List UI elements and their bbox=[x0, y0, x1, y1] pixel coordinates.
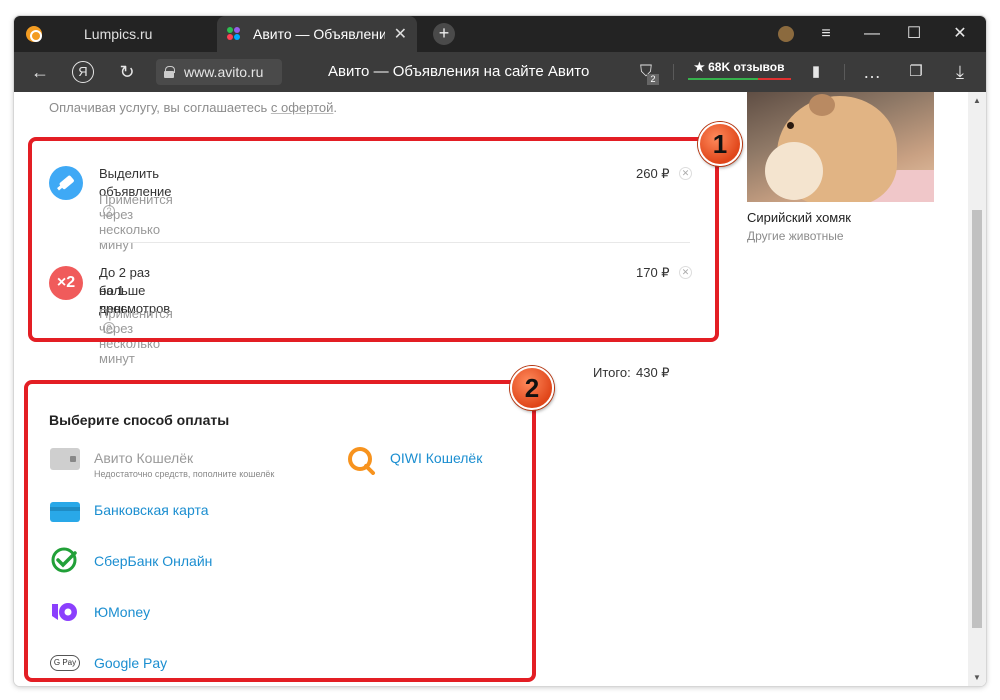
tab-bar: Lumpics.ru Авито — Объявления на сайте А… bbox=[14, 16, 986, 52]
scroll-thumb[interactable] bbox=[972, 210, 982, 628]
more-icon[interactable]: … bbox=[860, 60, 884, 84]
tab-avito[interactable]: Авито — Объявления на сайте Авито ✕ bbox=[217, 16, 417, 52]
tab-lumpics[interactable]: Lumpics.ru bbox=[14, 16, 219, 52]
ad-category: Другие животные bbox=[747, 229, 844, 243]
divider bbox=[673, 64, 674, 80]
close-window-icon[interactable]: ✕ bbox=[948, 22, 972, 46]
photo-hamster-eye bbox=[787, 122, 794, 129]
ad-photo[interactable] bbox=[747, 92, 934, 202]
total-label: Итого: bbox=[593, 365, 631, 380]
lock-icon bbox=[164, 66, 175, 78]
tab-label: Авито — Объявления на сайте Авито bbox=[253, 26, 385, 42]
annotation-box-2 bbox=[24, 380, 536, 682]
scroll-up-icon[interactable]: ▲ bbox=[973, 96, 981, 105]
photo-hamster-belly bbox=[765, 142, 823, 200]
back-arrow-icon[interactable]: ← bbox=[28, 60, 52, 84]
protect-badge: 2 bbox=[647, 74, 659, 85]
offer-agreement: Оплачивая услугу, вы соглашаетесь с офер… bbox=[49, 100, 337, 115]
url-text: www.avito.ru bbox=[184, 64, 264, 80]
offer-link[interactable]: с офертой bbox=[271, 100, 334, 115]
tab-close-icon[interactable]: ✕ bbox=[394, 24, 407, 44]
page-title: Авито — Объявления на сайте Авито bbox=[328, 63, 590, 80]
scrollbar[interactable]: ▲ ▼ bbox=[968, 92, 986, 686]
total-value: 430 ₽ bbox=[636, 365, 670, 380]
avito-favicon-icon bbox=[227, 27, 241, 41]
reviews-button[interactable]: ★ 68K отзывов bbox=[686, 59, 793, 85]
annotation-box-1 bbox=[28, 137, 719, 342]
annotation-number-2: 2 bbox=[510, 366, 554, 410]
scroll-down-icon[interactable]: ▼ bbox=[973, 673, 981, 682]
divider bbox=[844, 64, 845, 80]
page-content: Оплачивая услугу, вы соглашаетесь с офер… bbox=[14, 92, 986, 686]
rating-bar bbox=[688, 78, 791, 80]
annotation-number-1: 1 bbox=[698, 122, 742, 166]
new-tab-button[interactable]: + bbox=[433, 23, 455, 45]
photo-hamster-ear bbox=[809, 94, 835, 116]
address-bar: ← Я ↻ www.avito.ru Авито — Объявления на… bbox=[14, 52, 986, 92]
menu-icon[interactable]: ≡ bbox=[814, 22, 838, 46]
agreement-text: Оплачивая услугу, вы соглашаетесь bbox=[49, 100, 268, 115]
tab-label: Lumpics.ru bbox=[84, 26, 153, 42]
maximize-icon[interactable]: ☐ bbox=[902, 22, 926, 46]
agreement-end: . bbox=[333, 100, 338, 115]
reviews-label: ★ 68K отзывов bbox=[694, 60, 785, 74]
reload-icon[interactable]: ↻ bbox=[115, 60, 139, 84]
minimize-icon[interactable]: — bbox=[860, 22, 884, 46]
bookmark-icon[interactable]: ▮ bbox=[804, 60, 828, 84]
yandex-icon[interactable]: Я bbox=[72, 61, 94, 83]
browser-window: Lumpics.ru Авито — Объявления на сайте А… bbox=[14, 16, 986, 686]
download-icon[interactable]: ⤓ bbox=[948, 60, 972, 84]
profile-avatar-icon[interactable] bbox=[778, 26, 794, 42]
ad-title[interactable]: Сирийский хомяк bbox=[747, 210, 851, 225]
lumpics-favicon-icon bbox=[26, 26, 42, 42]
url-field[interactable]: www.avito.ru bbox=[156, 59, 282, 85]
collections-icon[interactable]: ❐ bbox=[904, 60, 928, 84]
